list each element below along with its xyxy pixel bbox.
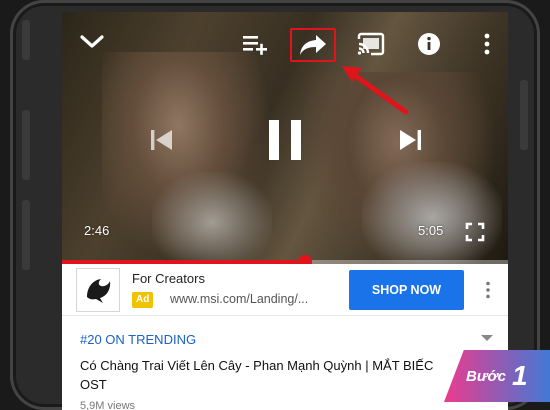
progress-scrubber[interactable]: [298, 255, 313, 264]
chevron-down-icon[interactable]: [74, 28, 110, 56]
pause-icon[interactable]: [258, 112, 312, 168]
info-icon[interactable]: [414, 29, 444, 59]
expand-description-icon[interactable]: [480, 330, 500, 348]
phone-screen: 2:46 5:05 For Creators Ad www.msi.com/La…: [62, 12, 508, 410]
red-pointer-arrow: [342, 66, 409, 115]
video-title: Có Chàng Trai Viết Lên Cây - Phan Mạnh Q…: [80, 358, 434, 392]
ad-banner[interactable]: For Creators Ad www.msi.com/Landing/... …: [62, 264, 508, 316]
skip-next-icon[interactable]: [392, 122, 428, 158]
phone-power-button: [520, 80, 528, 150]
add-to-queue-icon[interactable]: [238, 30, 272, 58]
phone-volume-up-button: [22, 110, 30, 180]
ad-badge: Ad: [132, 292, 154, 308]
ad-url[interactable]: www.msi.com/Landing/...: [170, 292, 308, 306]
more-vert-icon[interactable]: [478, 278, 498, 302]
phone-volume-down-button: [22, 200, 30, 270]
video-player[interactable]: 2:46 5:05: [62, 12, 508, 264]
step-label: Bước: [466, 367, 506, 385]
msi-dragon-logo[interactable]: [76, 268, 120, 312]
trending-label[interactable]: #20 ON TRENDING: [80, 332, 196, 347]
more-vert-icon[interactable]: [472, 30, 502, 58]
cast-icon[interactable]: [354, 30, 388, 58]
current-time: 2:46: [84, 223, 110, 238]
duration: 5:05: [418, 223, 444, 238]
skip-previous-icon[interactable]: [144, 122, 180, 158]
share-icon[interactable]: [290, 28, 336, 62]
fullscreen-icon[interactable]: [460, 218, 490, 246]
view-count: 5,9M views: [80, 400, 136, 410]
phone-side-button: [22, 20, 30, 60]
step-number: 1: [511, 360, 528, 391]
ad-advertiser: For Creators: [132, 271, 205, 286]
phone-frame: 2:46 5:05 For Creators Ad www.msi.com/La…: [10, 0, 540, 410]
shop-now-button[interactable]: SHOP NOW: [349, 270, 464, 310]
